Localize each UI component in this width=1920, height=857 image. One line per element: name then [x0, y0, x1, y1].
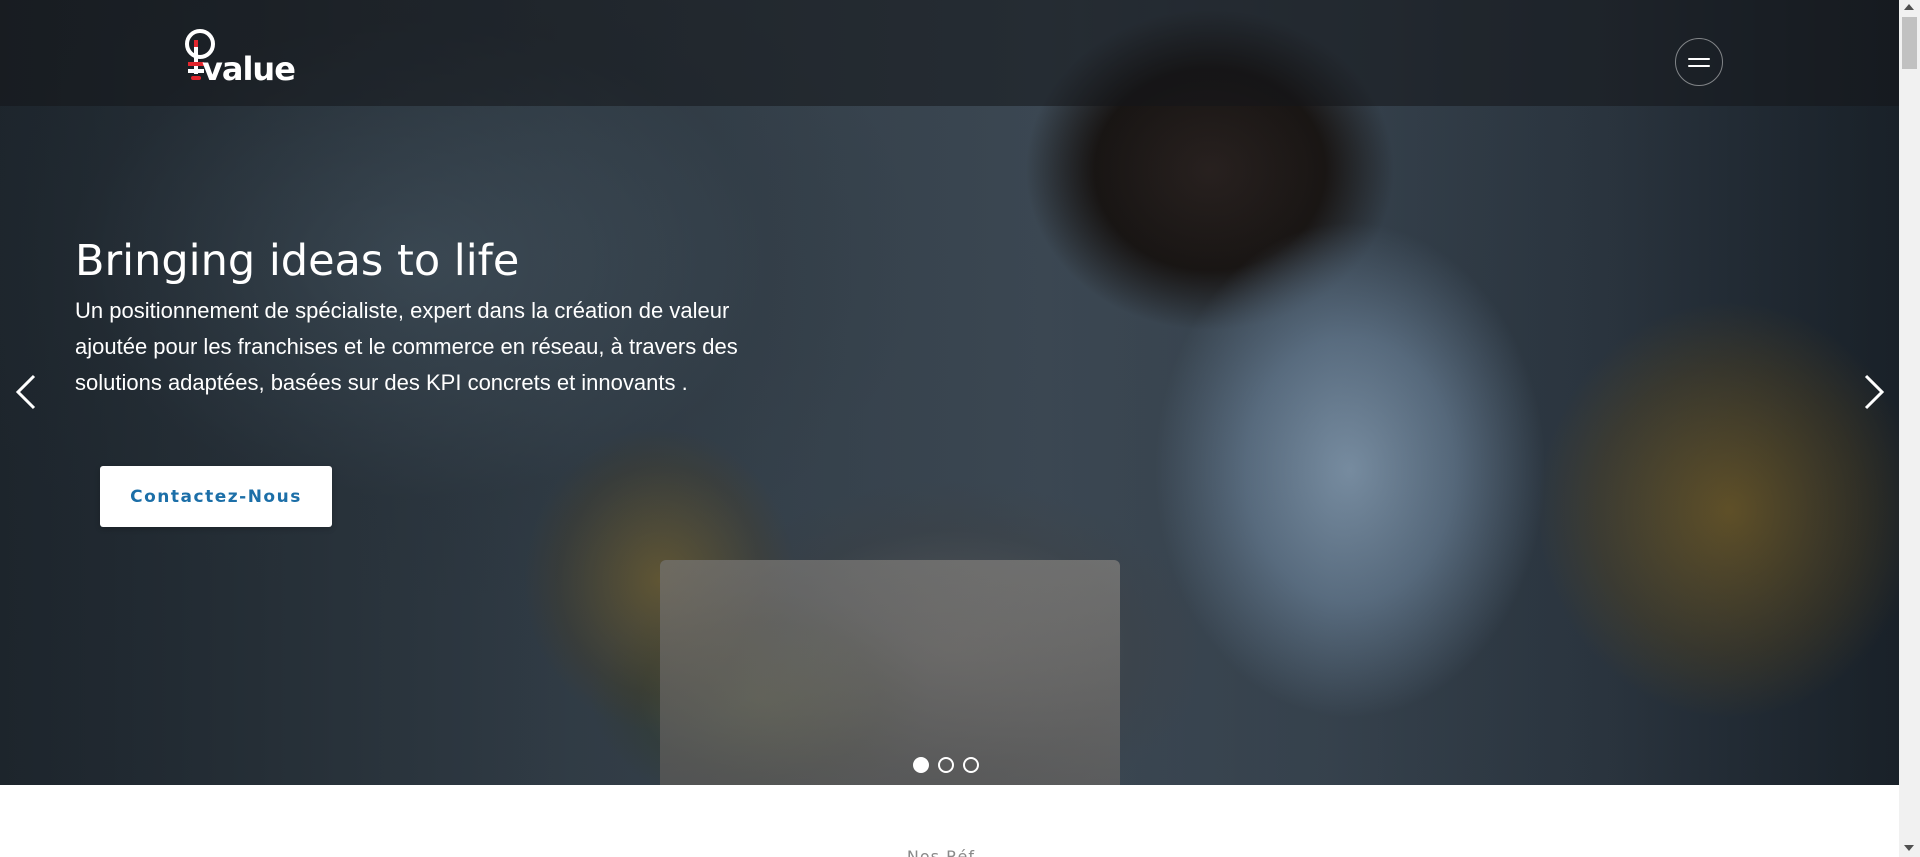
- scroll-up-icon[interactable]: [1904, 4, 1914, 10]
- page-scrollbar[interactable]: [1899, 0, 1920, 857]
- logo[interactable]: value: [180, 22, 320, 92]
- slider-dot-3[interactable]: [963, 757, 979, 773]
- section-heading-peek: Nos Réf...: [906, 847, 993, 857]
- slider-dot-2[interactable]: [938, 757, 954, 773]
- next-section: Nos Réf...: [0, 785, 1899, 857]
- chevron-right-icon: [1864, 374, 1885, 410]
- slider-dot-1[interactable]: [913, 757, 929, 773]
- logo-text: value: [202, 50, 296, 88]
- scroll-down-icon[interactable]: [1904, 845, 1914, 851]
- hero-description: Un positionnement de spécialiste, expert…: [75, 298, 738, 395]
- page: value Bringing ideas to life Un position…: [0, 0, 1920, 857]
- hero-slider: value Bringing ideas to life Un position…: [0, 0, 1899, 785]
- hamburger-icon: [1688, 57, 1710, 67]
- slider-prev-button[interactable]: [12, 372, 42, 412]
- contact-us-button[interactable]: Contactez-Nous: [100, 466, 332, 527]
- hero-title: Bringing ideas to life: [75, 236, 520, 286]
- slider-pagination: [913, 757, 979, 773]
- site-header: value: [0, 0, 1899, 106]
- menu-button[interactable]: [1675, 38, 1723, 86]
- scroll-thumb[interactable]: [1902, 17, 1917, 69]
- slider-next-button[interactable]: [1858, 372, 1888, 412]
- chevron-left-icon: [15, 374, 36, 410]
